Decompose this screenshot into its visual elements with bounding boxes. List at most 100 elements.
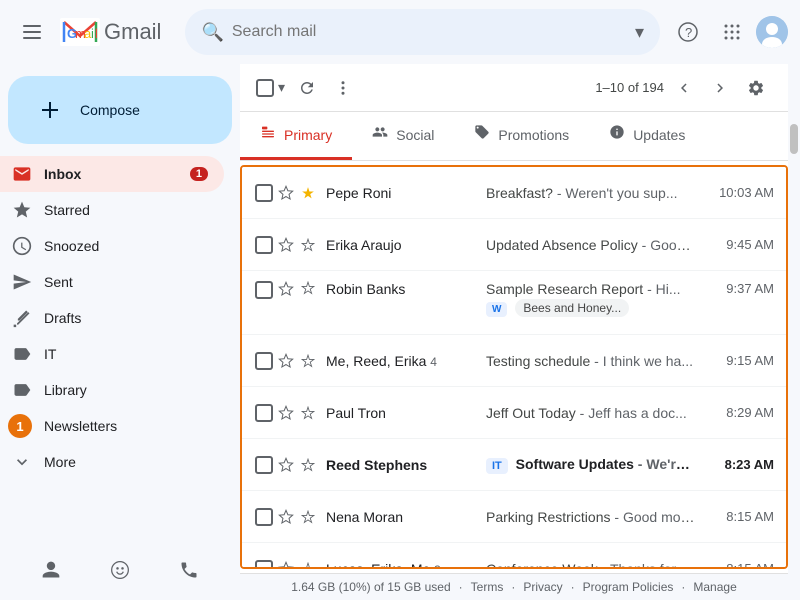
row-star[interactable] [274,185,298,201]
row-checkbox[interactable] [254,184,274,202]
toolbar-left: ▾ [256,72,359,104]
email-row[interactable]: Pepe Roni Breakfast? - Weren't you sup..… [242,167,786,219]
primary-tab-icon [260,124,276,145]
row-sender: Nena Moran [318,509,478,525]
row-star[interactable] [274,237,298,253]
tab-updates-label: Updates [633,127,685,143]
prev-page-button[interactable] [668,72,700,104]
row-checkbox[interactable] [254,508,274,526]
row-important[interactable] [298,510,318,524]
row-important[interactable] [298,354,318,368]
contacts-button[interactable] [31,550,71,590]
privacy-link[interactable]: Privacy [523,580,562,594]
select-checkbox-area[interactable]: ▾ [256,77,287,98]
compose-button[interactable]: Compose [8,76,232,144]
row-important[interactable] [298,281,318,295]
more-label: More [44,454,208,470]
refresh-button[interactable] [291,72,323,104]
header-right: ? [668,12,788,52]
email-row[interactable]: Paul Tron Jeff Out Today - Jeff has a do… [242,387,786,439]
emoji-button[interactable] [100,550,140,590]
sidebar-item-inbox[interactable]: Inbox 1 [0,156,224,192]
it-badge: IT [486,458,508,474]
row-star[interactable] [274,457,298,473]
sidebar-item-drafts[interactable]: Drafts [0,300,224,336]
row-subject: Jeff Out Today - Jeff has a doc... [478,405,704,421]
row-star[interactable] [274,353,298,369]
content: ▾ 1–10 of 194 [240,64,788,600]
sidebar-item-starred[interactable]: Starred [0,192,224,228]
row-checkbox[interactable] [254,404,274,422]
footer: 1.64 GB (10%) of 15 GB used · Terms · Pr… [240,573,788,600]
program-policies-link[interactable]: Program Policies [583,580,674,594]
row-checkbox[interactable] [254,236,274,254]
page-info: 1–10 of 194 [595,80,664,95]
email-row[interactable]: Reed Stephens IT Software Updates - We'r… [242,439,786,491]
tab-social[interactable]: Social [352,112,454,160]
search-icon: 🔍 [201,22,223,43]
sidebar-item-more[interactable]: More [0,444,224,480]
main: Compose Inbox 1 Starred Snoozed [0,64,800,600]
row-time: 8:15 AM [704,509,774,524]
sent-icon [12,272,32,292]
row-checkbox[interactable] [254,560,274,570]
hamburger-button[interactable] [12,12,52,52]
row-sender: Erika Araujo [318,237,478,253]
row-sender: Robin Banks [318,281,478,297]
gmail-logo: G m a i l Gmail [60,18,161,46]
row-star[interactable] [274,281,298,297]
inbox-settings-button[interactable] [740,72,772,104]
storage-info: 1.64 GB (10%) of 15 GB used [291,580,450,594]
tab-primary[interactable]: Primary [240,112,352,160]
scroll-indicator[interactable] [790,124,798,154]
search-input[interactable] [232,23,627,41]
phone-button[interactable] [169,550,209,590]
row-checkbox[interactable] [254,352,274,370]
row-star[interactable] [274,405,298,421]
tab-promotions[interactable]: Promotions [454,112,589,160]
select-dropdown-arrow[interactable]: ▾ [276,77,287,98]
tab-updates[interactable]: Updates [589,112,705,160]
help-button[interactable]: ? [668,12,708,52]
logo-text: Gmail [104,19,161,45]
more-options-button[interactable] [327,72,359,104]
header: G m a i l Gmail 🔍 ▾ ? [0,0,800,64]
library-tag-icon [12,380,32,400]
starred-icon [12,200,32,220]
search-dropdown-icon[interactable]: ▾ [635,22,644,43]
sidebar-item-it[interactable]: IT [0,336,224,372]
row-important[interactable] [298,562,318,570]
sidebar-item-sent[interactable]: Sent [0,264,224,300]
avatar[interactable] [756,16,788,48]
email-row[interactable]: Erika Araujo Updated Absence Policy - Go… [242,219,786,271]
email-row[interactable]: Nena Moran Parking Restrictions - Good m… [242,491,786,543]
sidebar-item-snoozed[interactable]: Snoozed [0,228,224,264]
tab-social-label: Social [396,127,434,143]
next-page-button[interactable] [704,72,736,104]
terms-link[interactable]: Terms [471,580,504,594]
row-subject: Breakfast? - Weren't you sup... [478,185,704,201]
sidebar-item-newsletters[interactable]: Newsletters 1 [0,408,224,444]
snoozed-icon [12,236,32,256]
email-row[interactable]: Me, Reed, Erika 4 Testing schedule - I t… [242,335,786,387]
toolbar: ▾ 1–10 of 194 [240,64,788,112]
row-important[interactable] [298,186,318,200]
row-checkbox[interactable] [254,281,274,299]
row-important[interactable] [298,238,318,252]
right-edge [788,64,800,600]
row-checkbox[interactable] [254,456,274,474]
manage-link[interactable]: Manage [693,580,736,594]
row-important[interactable] [298,406,318,420]
email-row[interactable]: Lucas, Erika, Me 3 Conference Week - Tha… [242,543,786,569]
apps-button[interactable] [712,12,752,52]
sidebar-item-library[interactable]: Library [0,372,224,408]
email-row[interactable]: Robin Banks Sample Research Report - Hi.… [242,271,786,335]
row-star[interactable] [274,509,298,525]
select-all-checkbox[interactable] [256,79,274,97]
tab-promotions-label: Promotions [498,127,569,143]
row-time: 9:45 AM [704,237,774,252]
row-important[interactable] [298,458,318,472]
tabs: Primary Social Promotions [240,112,788,161]
drafts-icon [12,308,32,328]
row-star[interactable] [274,561,298,570]
